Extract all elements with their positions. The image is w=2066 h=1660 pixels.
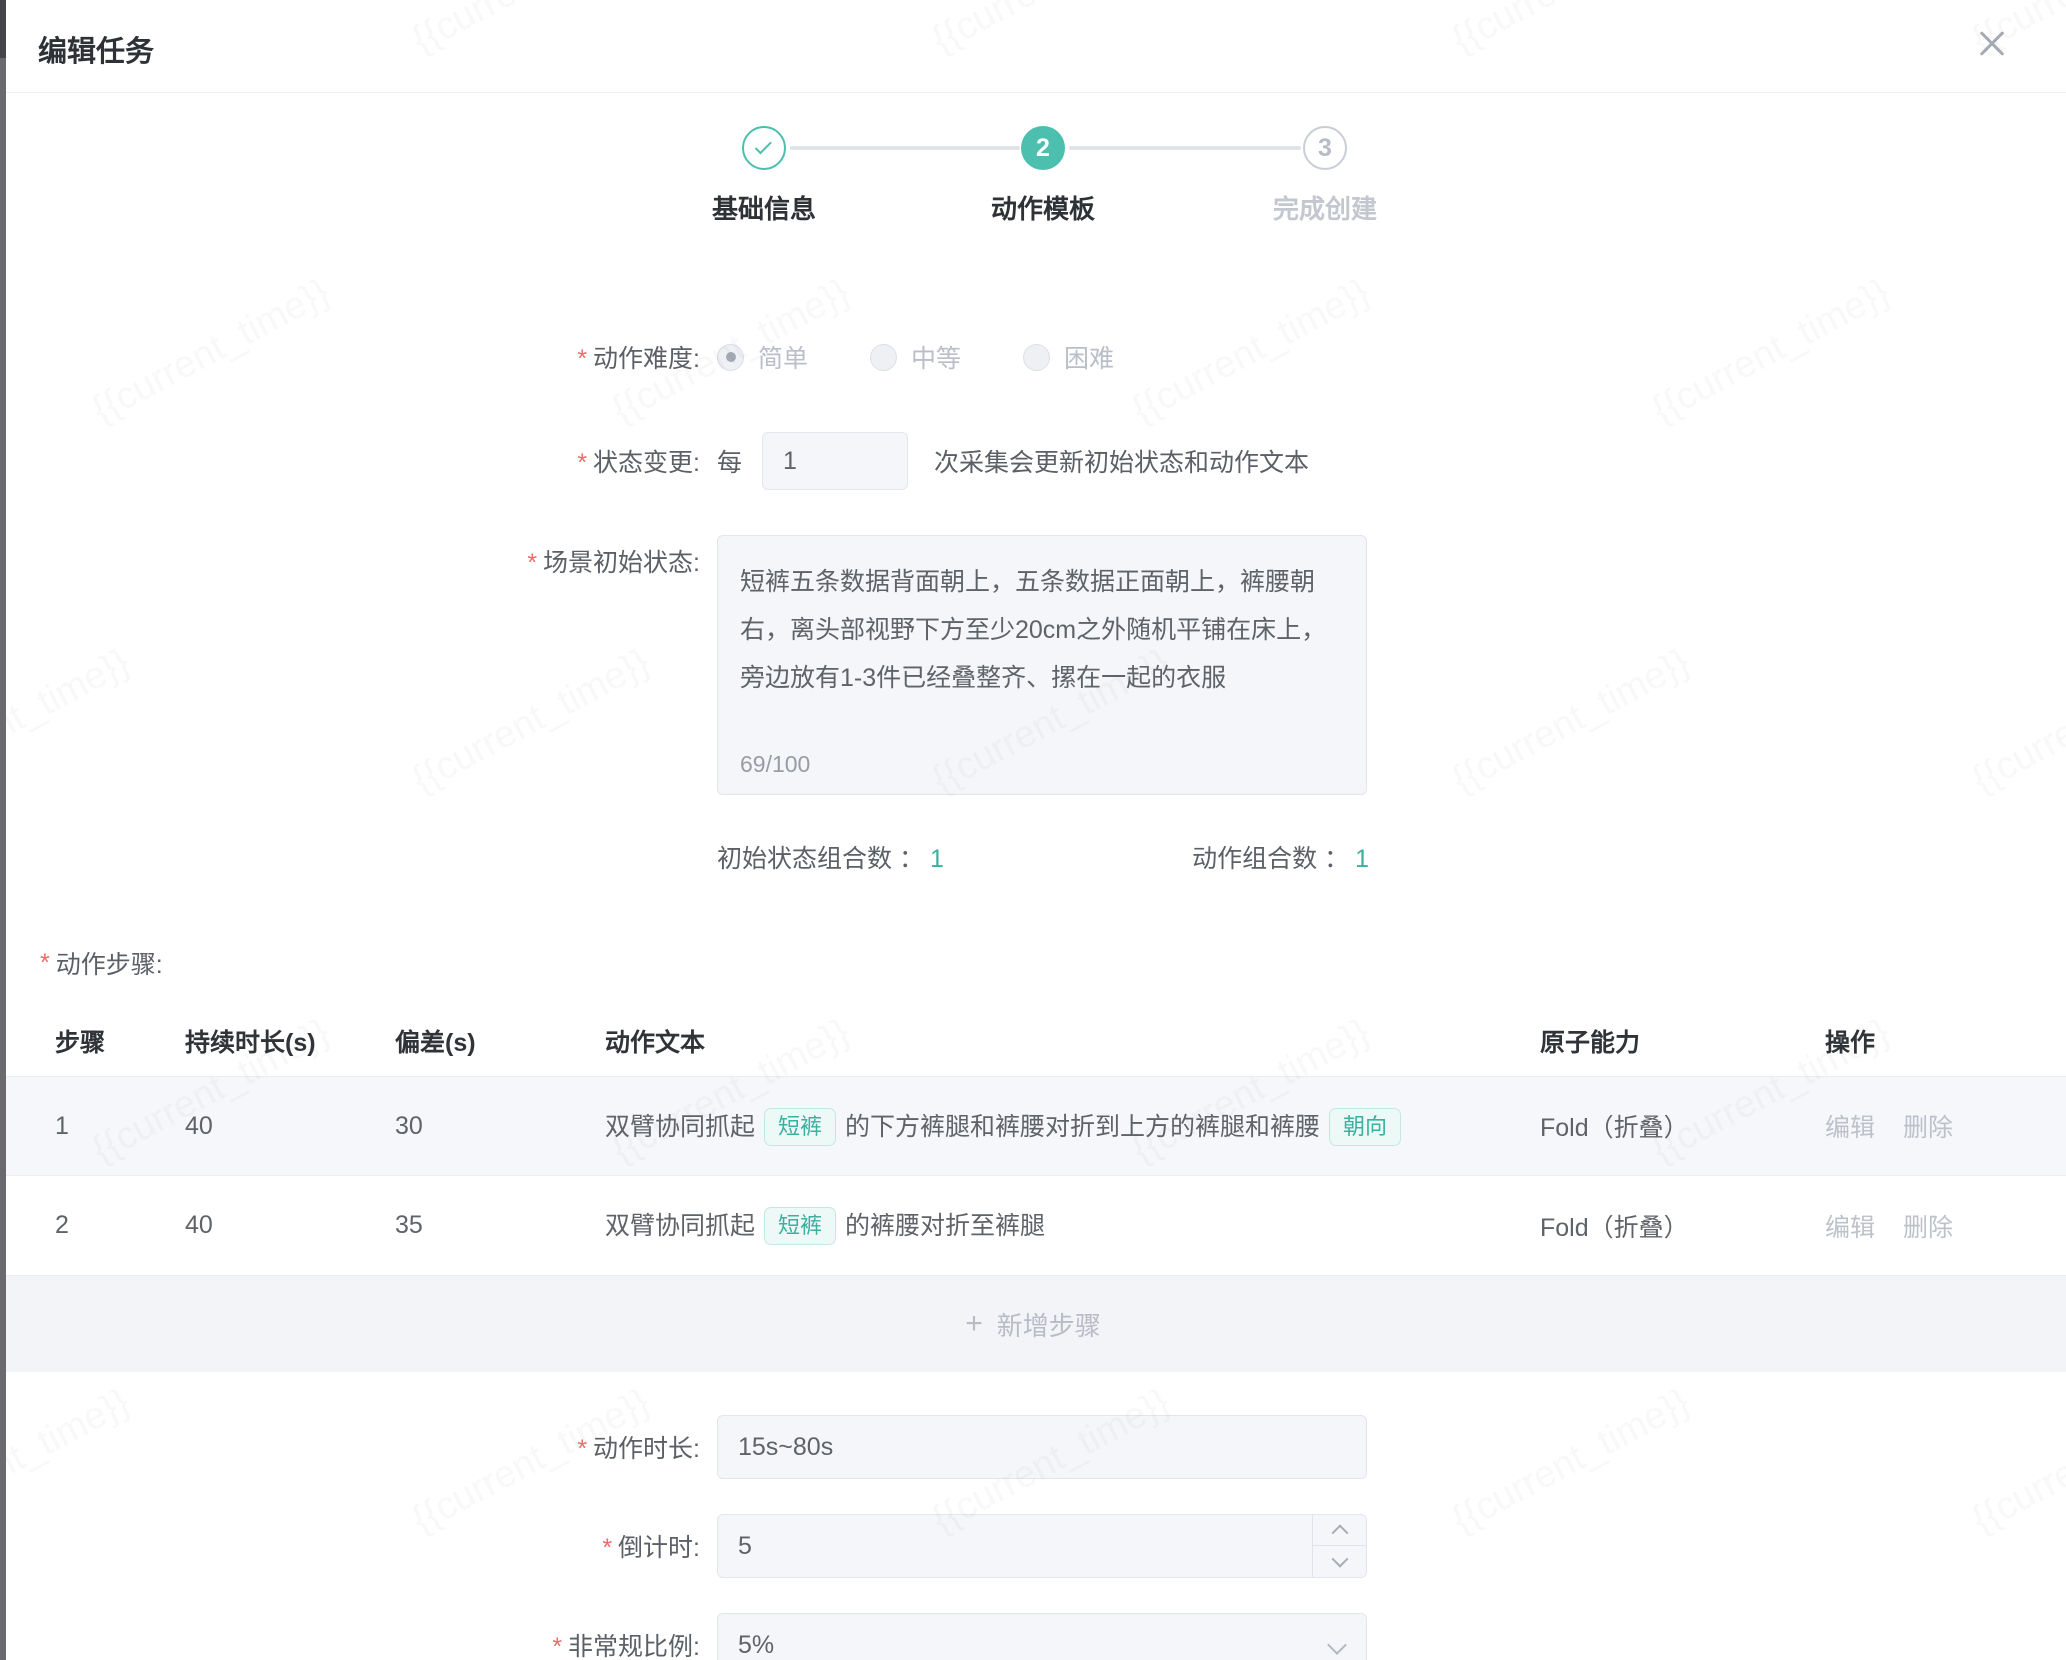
deviation-cell: 35 — [395, 1211, 605, 1240]
table-header: 步骤 持续时长(s) 偏差(s) 动作文本 原子能力 操作 — [0, 1006, 2066, 1076]
edit-task-dialog: {{current_time}}{{current_time}}{{curren… — [0, 0, 2066, 1660]
col-ability: 原子能力 — [1540, 1023, 1825, 1059]
countdown-label: *倒计时: — [0, 1528, 700, 1564]
radio-easy[interactable]: 简单 — [717, 339, 808, 375]
duration-cell: 40 — [185, 1211, 395, 1240]
check-icon — [755, 137, 772, 154]
unusual-ratio-label: *非常规比例: — [0, 1627, 700, 1660]
state-change-prefix: 每 — [717, 443, 742, 479]
action-text: 的下方裤腿和裤腰对折到上方的裤腿和裤腰 — [845, 1113, 1320, 1141]
plus-icon: + — [965, 1307, 983, 1341]
duration-row: *动作时长: — [0, 1415, 2066, 1479]
radio-circle-icon — [1023, 344, 1050, 371]
table-row: 24035双臂协同抓起短裤的裤腰对折至裤腿Fold（折叠）编辑删除 — [0, 1176, 2066, 1276]
radio-circle-icon — [870, 344, 897, 371]
step-cell: 1 — [55, 1112, 185, 1141]
duration-input[interactable] — [717, 1415, 1367, 1479]
initial-combo-value: 1 — [930, 845, 944, 873]
unusual-ratio-row: *非常规比例: 5% — [0, 1613, 2066, 1660]
action-text-cell: 双臂协同抓起短裤的下方裤腿和裤腰对折到上方的裤腿和裤腰朝向 — [605, 1107, 1540, 1146]
initial-combo-count: 初始状态组合数 ：1 — [717, 839, 944, 875]
dialog-title: 编辑任务 — [38, 28, 154, 70]
action-combo-count: 动作组合数 ：1 — [1192, 839, 1369, 875]
countdown-input[interactable] — [717, 1514, 1367, 1578]
ability-cell: Fold（折叠） — [1540, 1108, 1825, 1144]
step-2-label: 动作模板 — [933, 189, 1153, 226]
radio-circle-icon — [717, 344, 744, 371]
step-1-circle — [742, 126, 786, 170]
dialog-header: 编辑任务 — [0, 0, 2066, 93]
delete-link[interactable]: 删除 — [1903, 1114, 1953, 1142]
state-change-label: *状态变更: — [0, 443, 700, 479]
watermark-layer: {{current_time}}{{current_time}}{{curren… — [0, 0, 2066, 1660]
difficulty-radio-group: 简单 中等 困难 — [717, 339, 1176, 375]
initial-state-textarea[interactable]: 短裤五条数据背面朝上，五条数据正面朝上，裤腰朝右，离头部视野下方至少20cm之外… — [717, 535, 1367, 795]
initial-state-row: *场景初始状态: 短裤五条数据背面朝上，五条数据正面朝上，裤腰朝右，离头部视野下… — [0, 535, 2066, 795]
state-change-input[interactable] — [762, 432, 908, 490]
deviation-cell: 30 — [395, 1112, 605, 1141]
ability-cell: Fold（折叠） — [1540, 1208, 1825, 1244]
col-operations: 操作 — [1825, 1023, 2010, 1059]
object-tag: 短裤 — [764, 1108, 836, 1146]
table-row: 14030双臂协同抓起短裤的下方裤腿和裤腰对折到上方的裤腿和裤腰朝向Fold（折… — [0, 1076, 2066, 1176]
state-change-row: *状态变更: 每 次采集会更新初始状态和动作文本 — [0, 432, 2066, 490]
initial-state-value: 短裤五条数据背面朝上，五条数据正面朝上，裤腰朝右，离头部视野下方至少20cm之外… — [718, 536, 1366, 702]
action-text: 双臂协同抓起 — [605, 1113, 755, 1141]
action-steps-label: *动作步骤: — [40, 946, 2066, 980]
step-connector — [790, 146, 1020, 150]
operations-cell: 编辑删除 — [1825, 1108, 2010, 1144]
state-change-suffix: 次采集会更新初始状态和动作文本 — [934, 443, 1309, 479]
action-combo-value: 1 — [1355, 845, 1369, 873]
countdown-row: *倒计时: — [0, 1514, 2066, 1578]
col-action-text: 动作文本 — [605, 1023, 1540, 1059]
step-3-label: 完成创建 — [1215, 189, 1435, 226]
object-tag: 短裤 — [764, 1207, 836, 1245]
col-deviation: 偏差(s) — [395, 1023, 605, 1059]
edit-link[interactable]: 编辑 — [1825, 1114, 1875, 1142]
step-3-circle: 3 — [1303, 126, 1347, 170]
increment-button[interactable] — [1313, 1515, 1366, 1546]
stepper: 2 3 基础信息 动作模板 完成创建 — [0, 93, 2066, 243]
chevron-down-icon — [1331, 1550, 1348, 1567]
chevron-down-icon — [1327, 1635, 1347, 1655]
char-counter: 69/100 — [740, 751, 810, 778]
select-value: 5% — [718, 1631, 774, 1660]
close-icon[interactable] — [1966, 18, 2018, 70]
object-tag: 朝向 — [1329, 1108, 1401, 1146]
step-2-circle: 2 — [1021, 126, 1065, 170]
step-cell: 2 — [55, 1211, 185, 1240]
radio-hard[interactable]: 困难 — [1023, 339, 1114, 375]
decrement-button[interactable] — [1313, 1546, 1366, 1577]
table-body: 14030双臂协同抓起短裤的下方裤腿和裤腰对折到上方的裤腿和裤腰朝向Fold（折… — [0, 1076, 2066, 1276]
duration-label: *动作时长: — [0, 1429, 700, 1465]
action-text: 双臂协同抓起 — [605, 1212, 755, 1240]
combo-counts-row: 初始状态组合数 ：1 动作组合数 ：1 — [0, 840, 2066, 874]
duration-cell: 40 — [185, 1112, 395, 1141]
edit-link[interactable]: 编辑 — [1825, 1214, 1875, 1242]
unusual-ratio-select[interactable]: 5% — [717, 1613, 1367, 1660]
action-text: 的裤腰对折至裤腿 — [845, 1212, 1045, 1240]
action-text-cell: 双臂协同抓起短裤的裤腰对折至裤腿 — [605, 1206, 1540, 1245]
chevron-up-icon — [1331, 1524, 1348, 1541]
step-1-label: 基础信息 — [654, 189, 874, 226]
col-step: 步骤 — [55, 1023, 185, 1059]
operations-cell: 编辑删除 — [1825, 1208, 2010, 1244]
delete-link[interactable]: 删除 — [1903, 1214, 1953, 1242]
col-duration: 持续时长(s) — [185, 1023, 395, 1059]
difficulty-label: *动作难度: — [0, 339, 700, 375]
radio-medium[interactable]: 中等 — [870, 339, 961, 375]
difficulty-row: *动作难度: 简单 中等 困难 — [0, 333, 2066, 381]
background-page-edge — [0, 0, 6, 1660]
initial-state-label: *场景初始状态: — [0, 543, 700, 579]
add-step-button[interactable]: + 新增步骤 — [0, 1276, 2066, 1372]
step-connector — [1069, 146, 1301, 150]
